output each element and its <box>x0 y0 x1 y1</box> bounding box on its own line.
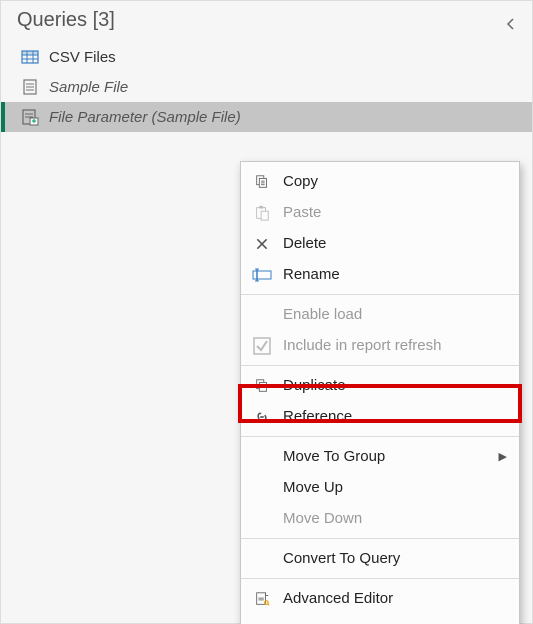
menu-manage[interactable]: Manage... <box>241 614 519 624</box>
menu-label: Paste <box>283 204 507 221</box>
context-menu: Copy Paste Delete <box>240 161 520 624</box>
menu-label: Move Down <box>283 510 507 527</box>
menu-label: Duplicate <box>283 377 507 394</box>
query-item-csv-files[interactable]: CSV Files <box>1 42 532 72</box>
paste-icon <box>249 202 275 224</box>
menu-label: Include in report refresh <box>283 337 507 354</box>
copy-icon <box>249 171 275 193</box>
menu-label: Convert To Query <box>283 550 507 567</box>
advanced-editor-icon <box>249 588 275 610</box>
menu-move-down: Move Down <box>241 503 519 534</box>
rename-icon <box>249 264 275 286</box>
collapse-chevron-icon[interactable] <box>504 14 518 28</box>
menu-duplicate[interactable]: Duplicate <box>241 370 519 401</box>
panel-header: Queries [3] <box>1 1 532 42</box>
menu-advanced-editor[interactable]: Advanced Editor <box>241 583 519 614</box>
menu-label: Move To Group <box>283 448 491 465</box>
parameter-icon <box>21 108 39 126</box>
blank-icon <box>249 508 275 530</box>
reference-icon <box>249 406 275 428</box>
menu-reference[interactable]: Reference <box>241 401 519 432</box>
query-item-label: File Parameter (Sample File) <box>49 109 241 126</box>
panel-title: Queries [3] <box>17 9 115 32</box>
menu-enable-load: Enable load <box>241 299 519 330</box>
queries-panel: Queries [3] CSV Files <box>0 0 533 624</box>
menu-label: Delete <box>283 235 507 252</box>
menu-label: Copy <box>283 173 507 190</box>
menu-paste: Paste <box>241 197 519 228</box>
menu-copy[interactable]: Copy <box>241 166 519 197</box>
menu-move-to-group[interactable]: Move To Group ▶ <box>241 441 519 472</box>
query-item-file-parameter[interactable]: File Parameter (Sample File) <box>1 102 532 132</box>
file-icon <box>21 78 39 96</box>
menu-label: Reference <box>283 408 507 425</box>
menu-label: Rename <box>283 266 507 283</box>
menu-label: Enable load <box>283 306 507 323</box>
menu-separator <box>241 538 519 539</box>
delete-icon <box>249 233 275 255</box>
menu-include-refresh: Include in report refresh <box>241 330 519 361</box>
blank-icon <box>249 548 275 570</box>
query-item-label: CSV Files <box>49 49 116 66</box>
queries-list: CSV Files Sample File <box>1 42 532 132</box>
menu-separator <box>241 365 519 366</box>
checkbox-checked-icon <box>249 335 275 357</box>
blank-icon <box>249 619 275 624</box>
table-icon <box>21 48 39 66</box>
menu-label: Advanced Editor <box>283 590 507 607</box>
menu-rename[interactable]: Rename <box>241 259 519 290</box>
duplicate-icon <box>249 375 275 397</box>
query-item-sample-file[interactable]: Sample File <box>1 72 532 102</box>
menu-separator <box>241 294 519 295</box>
menu-separator <box>241 436 519 437</box>
menu-delete[interactable]: Delete <box>241 228 519 259</box>
blank-icon <box>249 446 275 468</box>
menu-convert-to-query[interactable]: Convert To Query <box>241 543 519 574</box>
menu-label: Move Up <box>283 479 507 496</box>
blank-icon <box>249 477 275 499</box>
menu-move-up[interactable]: Move Up <box>241 472 519 503</box>
submenu-arrow-icon: ▶ <box>499 450 507 463</box>
query-item-label: Sample File <box>49 79 128 96</box>
menu-separator <box>241 578 519 579</box>
blank-icon <box>249 304 275 326</box>
